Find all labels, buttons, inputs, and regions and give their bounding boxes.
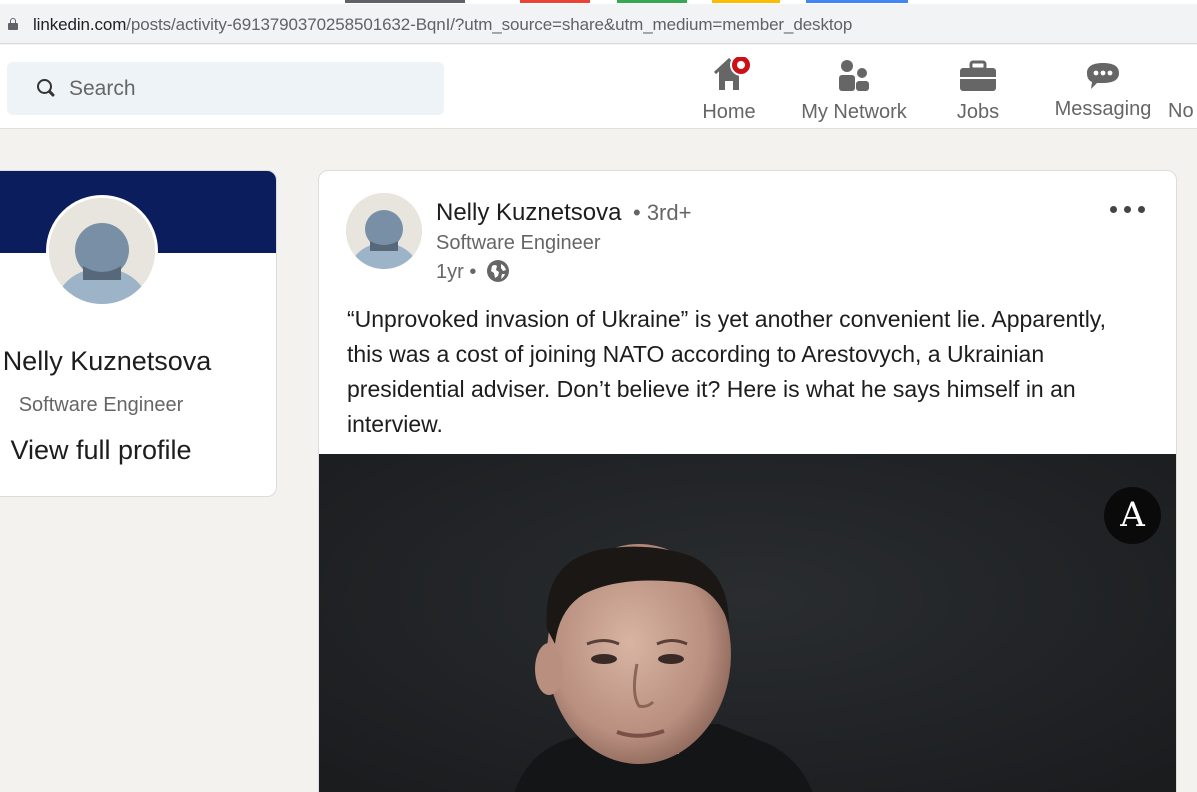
url-text[interactable]: linkedin.com/posts/activity-691379037025… (33, 15, 852, 35)
video-frame-person (319, 454, 1176, 792)
lock-icon[interactable] (8, 18, 18, 30)
global-nav: Home My Network Jobs Messaging No (0, 45, 1197, 129)
profile-name[interactable]: Nelly Kuznetsova (0, 346, 225, 377)
url-path: /posts/activity-6913790370258501632-BqnI… (126, 15, 853, 34)
nav-label-my-network: My Network (801, 101, 907, 123)
avatar[interactable] (46, 195, 158, 307)
search-input[interactable] (69, 76, 429, 102)
connection-degree: • 3rd+ (633, 200, 692, 225)
more-options-icon[interactable] (1108, 203, 1148, 215)
post-author-name[interactable]: Nelly Kuznetsova (436, 199, 621, 227)
briefcase-icon (960, 60, 996, 91)
view-full-profile-link[interactable]: View full profile (0, 435, 213, 466)
nav-label-messaging: Messaging (1054, 98, 1152, 120)
nav-item-my-network[interactable]: My Network (795, 45, 913, 129)
home-icon (713, 57, 752, 90)
tab-indicator (520, 0, 590, 3)
post-body-text: “Unprovoked invasion of Ukraine” is yet … (347, 306, 1106, 437)
video-player[interactable]: A (319, 454, 1176, 792)
nav-label-notifications: No (1168, 100, 1194, 122)
url-host: linkedin.com (33, 15, 127, 34)
default-avatar-icon (49, 198, 155, 304)
nav-item-notifications[interactable]: No (1168, 45, 1197, 129)
my-network-icon (839, 60, 869, 91)
nav-label-jobs: Jobs (956, 101, 1000, 123)
search-icon (37, 79, 56, 98)
nav-item-home[interactable]: Home (690, 45, 768, 129)
feed-post: Nelly Kuznetsova • 3rd+ Software Enginee… (318, 170, 1177, 792)
profile-card: Nelly Kuznetsova Software Engineer View … (0, 170, 277, 497)
video-channel-logo[interactable]: A (1104, 487, 1161, 544)
tab-indicator (345, 0, 465, 3)
tab-indicator (617, 0, 687, 3)
nav-label-home: Home (702, 101, 756, 123)
globe-icon (487, 260, 509, 282)
post-author-headline: Software Engineer (436, 232, 601, 254)
chat-bubble-icon (1087, 63, 1119, 89)
tab-indicator (806, 0, 908, 3)
nav-item-jobs[interactable]: Jobs (945, 45, 1011, 129)
profile-headline: Software Engineer (18, 394, 184, 416)
post-author-avatar[interactable] (346, 193, 422, 269)
nav-item-messaging[interactable]: Messaging (1050, 45, 1156, 129)
default-avatar-icon (346, 193, 422, 269)
address-bar[interactable]: linkedin.com/posts/activity-691379037025… (0, 4, 1197, 44)
post-timestamp: 1yr • (436, 261, 477, 283)
search-box[interactable] (7, 62, 444, 115)
tab-indicator (712, 0, 780, 3)
